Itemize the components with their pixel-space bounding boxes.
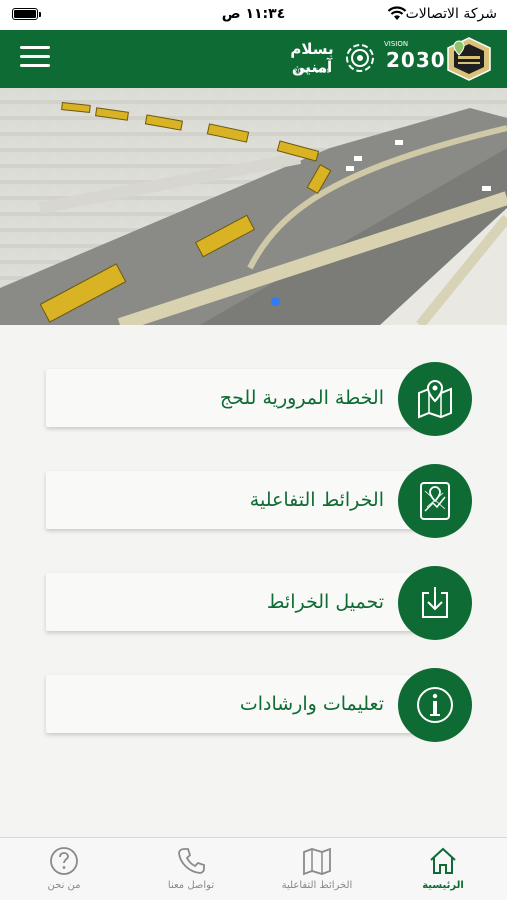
salam-emblem-icon [346,44,374,72]
banner-photo [0,88,507,325]
tab-home[interactable]: الرئيسية [393,846,493,898]
info-icon[interactable] [398,668,472,742]
carousel-page-indicator[interactable] [271,297,280,306]
salam-logo: بسلام آمنين 2022 - 1990 [290,38,376,78]
bottom-tab-bar: الرئيسية الخرائط التفاعلية تواصل معنا من… [0,837,507,900]
menu-item-interactive-maps[interactable]: الخرائط التفاعلية [46,471,426,529]
tab-interactive-maps[interactable]: الخرائط التفاعلية [267,846,367,898]
tab-label: الخرائط التفاعلية [281,880,353,891]
help-icon [50,847,78,875]
menu-item-label: تحميل الخرائط [266,591,384,613]
tab-label: الرئيسية [422,880,464,891]
menu-item-label: تعليمات وارشادات [239,693,384,715]
menu-item-label: الخطة المرورية للحج [219,387,384,409]
menu-item-label: الخرائط التفاعلية [249,489,384,511]
download-icon[interactable] [398,566,472,640]
tab-label: تواصل معنا [167,880,215,891]
phone-icon [178,848,205,874]
status-bar: ١١:٣٤ ص شركة الاتصالات [0,0,507,30]
menu-item-download-maps[interactable]: تحميل الخرائط [46,573,426,631]
wifi-icon [387,6,407,20]
interactive-map-icon[interactable] [398,464,472,538]
hamburger-menu-button[interactable] [20,46,50,70]
vision-2030-logo: VISION 2030 [384,38,445,78]
menu-item-traffic-plan[interactable]: الخطة المرورية للحج [46,369,426,427]
carrier-name: شركة الاتصالات [405,6,497,22]
banner-image[interactable] [0,88,507,325]
home-icon [430,847,456,874]
app-header: بسلام آمنين 2022 - 1990 VISION 2030 [0,30,507,88]
map-icon [303,847,331,876]
salam-logo-years: 2022 - 1990 [293,68,331,75]
tab-about-us[interactable]: من نحن [14,846,114,898]
vision-label: VISION [384,40,409,48]
tab-contact-us[interactable]: تواصل معنا [141,846,241,898]
ministry-emblem-icon [447,37,491,81]
vision-year: 2030 [386,48,446,72]
map-pin-icon[interactable] [398,362,472,436]
tab-label: من نحن [47,880,81,891]
menu-item-instructions[interactable]: تعليمات وارشادات [46,675,426,733]
